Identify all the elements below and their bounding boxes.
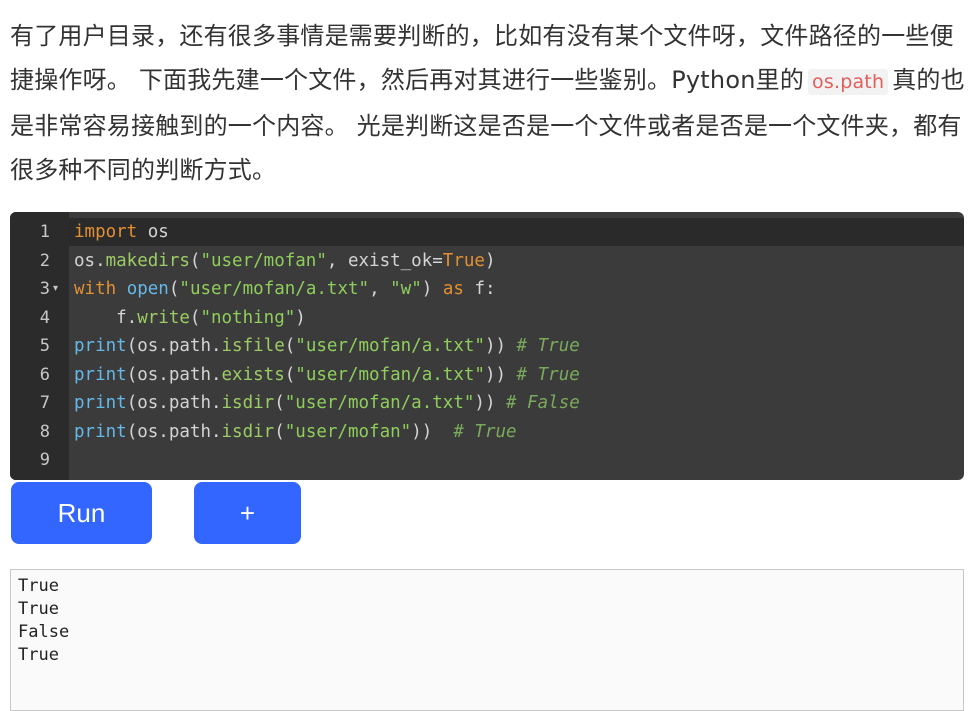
- string-literal: "user/mofan/a.txt": [295, 336, 485, 356]
- line-number: 9: [39, 450, 50, 470]
- line-number: 6: [39, 364, 50, 385]
- keyword: import: [74, 222, 138, 242]
- string-literal: "user/mofan/a.txt": [295, 364, 485, 385]
- code-token: (: [274, 393, 285, 413]
- keyword: as: [442, 279, 464, 299]
- code-token: ): [484, 250, 496, 271]
- output-line: True: [18, 599, 59, 619]
- code-comment: # True: [516, 336, 580, 356]
- output-panel: True True False True: [10, 569, 964, 711]
- builtin-function: print: [74, 421, 127, 442]
- code-text[interactable]: print(os.path.exists("user/mofan/a.txt")…: [74, 361, 580, 390]
- code-token: ,: [369, 279, 391, 299]
- code-token: (: [189, 250, 201, 271]
- code-token: )): [484, 336, 517, 356]
- code-text[interactable]: import os: [74, 218, 169, 247]
- code-text[interactable]: print(os.path.isdir("user/mofan")) # Tru…: [74, 418, 517, 447]
- keyword: with: [74, 279, 117, 299]
- function-name: exists: [221, 364, 285, 385]
- code-text[interactable]: f.write("nothing"): [74, 304, 306, 333]
- line-number: 5: [39, 336, 50, 356]
- inline-code-os-path: os.path: [808, 69, 889, 95]
- code-text[interactable]: os.makedirs("user/mofan", exist_ok=True): [74, 247, 496, 276]
- code-token: )): [411, 421, 454, 442]
- builtin-function: print: [74, 364, 127, 385]
- code-token: (: [284, 336, 296, 356]
- code-comment: # False: [506, 393, 580, 413]
- code-token: )): [484, 364, 517, 385]
- code-token: os: [137, 222, 169, 242]
- code-token: f:: [463, 279, 496, 299]
- line-number: 4: [39, 307, 50, 328]
- code-token: (: [274, 421, 285, 442]
- string-literal: "user/mofan": [284, 421, 412, 442]
- string-literal: "nothing": [200, 307, 296, 328]
- run-button[interactable]: Run: [11, 482, 152, 544]
- constant: True: [442, 250, 485, 271]
- output-line: True: [18, 645, 59, 665]
- code-token: (os.path.: [126, 421, 222, 442]
- function-name: isdir: [221, 421, 275, 442]
- builtin-function: open: [126, 279, 169, 299]
- string-literal: "w": [390, 279, 422, 299]
- builtin-function: print: [74, 393, 127, 413]
- function-name: isfile: [221, 336, 285, 356]
- code-comment: # True: [516, 364, 580, 385]
- string-literal: "user/mofan": [200, 250, 327, 271]
- code-token: (os.path.: [126, 364, 222, 385]
- line-number: 3: [39, 279, 50, 299]
- code-token: (os.path.: [126, 336, 222, 356]
- line-number: 7: [39, 393, 50, 413]
- code-comment: # True: [453, 421, 517, 442]
- code-text[interactable]: print(os.path.isdir("user/mofan/a.txt"))…: [74, 389, 580, 418]
- code-token: ): [295, 307, 306, 328]
- line-number: 1: [39, 222, 50, 242]
- output-line: False: [18, 622, 70, 642]
- function-name: makedirs: [105, 250, 190, 271]
- active-line-highlight: [69, 218, 964, 246]
- code-token: (os.path.: [126, 393, 222, 413]
- line-number: 2: [39, 250, 50, 271]
- code-token: )): [474, 393, 507, 413]
- code-text[interactable]: with open("user/mofan/a.txt", "w") as f:: [74, 275, 496, 304]
- code-token: (: [168, 279, 180, 299]
- intro-paragraph: 有了用户目录，还有很多事情是需要判断的，比如有没有某个文件呀，文件路径的一些便捷…: [10, 14, 966, 192]
- code-token: os.: [74, 250, 106, 271]
- string-literal: "user/mofan/a.txt": [284, 393, 475, 413]
- line-number: 8: [39, 421, 50, 442]
- string-literal: "user/mofan/a.txt": [179, 279, 370, 299]
- function-name: isdir: [221, 393, 275, 413]
- add-button[interactable]: +: [194, 482, 301, 544]
- builtin-function: print: [74, 336, 127, 356]
- code-text[interactable]: print(os.path.isfile("user/mofan/a.txt")…: [74, 332, 580, 361]
- code-token: f.: [74, 307, 138, 328]
- code-token: (: [189, 307, 201, 328]
- code-token: (: [284, 364, 296, 385]
- code-token: ): [421, 279, 443, 299]
- code-token: , exist_ok=: [326, 250, 443, 271]
- code-editor[interactable]: 1 import os 2 os.makedirs("user/mofan", …: [10, 212, 964, 480]
- function-name: write: [137, 307, 190, 328]
- fold-arrow-icon[interactable]: ▾: [53, 275, 58, 304]
- output-line: True: [18, 576, 59, 596]
